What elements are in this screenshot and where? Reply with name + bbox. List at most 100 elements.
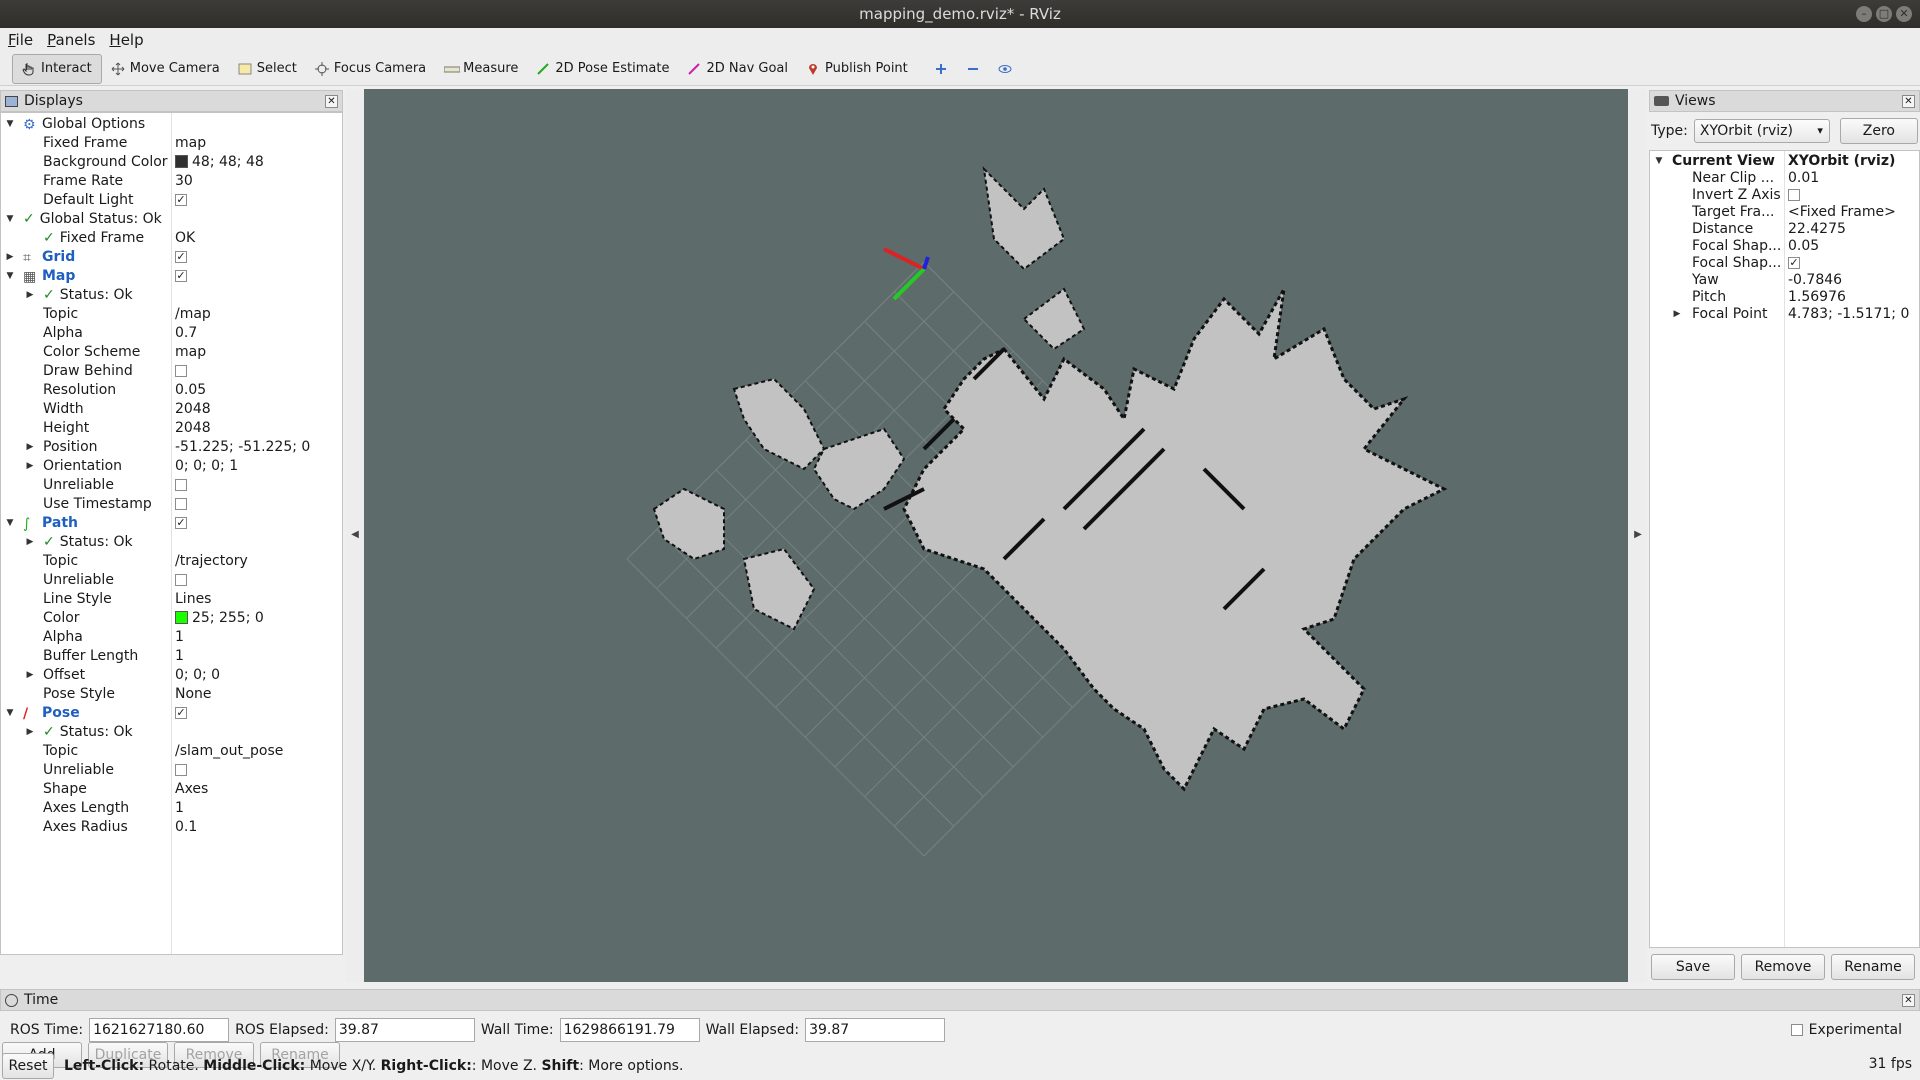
view-property-row[interactable]: Focal Shap... ✓ bbox=[1650, 255, 1919, 272]
focal-shape-fixed-checkbox[interactable]: ✓ bbox=[1788, 257, 1800, 269]
ros-time-field[interactable]: 1621627180.60 bbox=[89, 1018, 230, 1042]
view-property-row[interactable]: Near Clip ... 0.01 bbox=[1650, 170, 1919, 187]
maximize-button[interactable]: □ bbox=[1876, 6, 1892, 22]
display-row[interactable]: Topic/slam_out_pose bbox=[1, 742, 342, 761]
view-property-row[interactable]: Distance 22.4275 bbox=[1650, 221, 1919, 238]
menu-file[interactable]: File bbox=[8, 31, 33, 49]
display-row[interactable]: Frame Rate 30 bbox=[1, 172, 342, 191]
pose-estimate-tool[interactable]: 2D Pose Estimate bbox=[527, 54, 678, 84]
collapse-arrow-icon[interactable]: ▼ bbox=[5, 514, 15, 533]
ros-elapsed-field[interactable]: 39.87 bbox=[334, 1018, 475, 1042]
views-close-button[interactable]: ✕ bbox=[1902, 95, 1915, 108]
left-splitter[interactable]: ◀ bbox=[346, 89, 364, 982]
enabled-checkbox[interactable]: ✓ bbox=[175, 194, 187, 206]
view-property-row[interactable]: Pitch 1.56976 bbox=[1650, 289, 1919, 306]
display-row-value-cell[interactable]: 0.05 bbox=[175, 381, 206, 400]
display-row-value-cell[interactable]: Axes bbox=[175, 780, 208, 799]
display-row-value-cell[interactable]: 30 bbox=[175, 172, 193, 191]
display-row[interactable]: Topic/map bbox=[1, 305, 342, 324]
collapse-arrow-icon[interactable]: ▼ bbox=[5, 267, 15, 286]
display-row[interactable]: ▼ / Pose ✓ bbox=[1, 704, 342, 723]
display-row[interactable]: Alpha 0.7 bbox=[1, 324, 342, 343]
experimental-toggle[interactable]: Experimental bbox=[1790, 1022, 1902, 1038]
view-type-select[interactable]: XYOrbit (rviz) bbox=[1693, 119, 1830, 143]
wall-time-field[interactable]: 1629866191.79 bbox=[559, 1018, 700, 1042]
display-row[interactable]: Axes Length 1 bbox=[1, 799, 342, 818]
enabled-checkbox[interactable]: ✓ bbox=[175, 707, 187, 719]
display-row[interactable]: Resolution 0.05 bbox=[1, 381, 342, 400]
zero-view-button[interactable]: Zero bbox=[1839, 118, 1918, 144]
display-row[interactable]: ▶ ✓ Status: Ok bbox=[1, 286, 342, 305]
display-row[interactable]: Axes Radius 0.1 bbox=[1, 818, 342, 837]
current-view-row[interactable]: ▼ Current View XYOrbit (rviz) bbox=[1650, 153, 1919, 170]
display-row-value[interactable]: ✓ bbox=[175, 248, 187, 267]
display-row-value-cell[interactable]: map bbox=[175, 134, 206, 153]
display-row[interactable]: Buffer Length 1 bbox=[1, 647, 342, 666]
time-close-button[interactable]: ✕ bbox=[1902, 994, 1915, 1007]
display-row-value-cell[interactable]: 0.7 bbox=[175, 324, 197, 343]
display-row-value[interactable]: ✓ bbox=[175, 514, 187, 533]
display-row[interactable]: ▶ ⌗ Grid ✓ bbox=[1, 248, 342, 267]
publish-point-tool[interactable]: Publish Point bbox=[797, 54, 917, 84]
display-row-value-cell[interactable]: /map bbox=[175, 305, 211, 324]
add-tool-button[interactable] bbox=[925, 54, 957, 84]
remove-tool-button[interactable] bbox=[957, 54, 989, 84]
display-row[interactable]: Unreliable bbox=[1, 476, 342, 495]
display-row-value[interactable]: ✓ bbox=[175, 704, 187, 723]
display-row[interactable]: Topic/trajectory bbox=[1, 552, 342, 571]
menu-help[interactable]: Help bbox=[109, 31, 143, 49]
collapse-arrow-icon[interactable]: ▼ bbox=[1654, 153, 1664, 170]
measure-tool[interactable]: Measure bbox=[435, 54, 527, 84]
expand-arrow-icon[interactable]: ▶ bbox=[5, 248, 15, 267]
view-property-row[interactable]: Invert Z Axis bbox=[1650, 187, 1919, 204]
display-row[interactable]: ▶ Orientation 0; 0; 0; 1 bbox=[1, 457, 342, 476]
display-row[interactable]: Default Light ✓ bbox=[1, 191, 342, 210]
display-row-value[interactable] bbox=[175, 362, 187, 381]
display-row[interactable]: Unreliable bbox=[1, 761, 342, 780]
view-property-row[interactable]: Focal Shap... 0.05 bbox=[1650, 238, 1919, 255]
displays-close-button[interactable]: ✕ bbox=[325, 95, 338, 108]
display-row[interactable]: ▼ ⚙ Global Options bbox=[1, 115, 342, 134]
display-row-value-cell[interactable]: 1 bbox=[175, 647, 184, 666]
move-camera-tool[interactable]: Move Camera bbox=[102, 54, 229, 84]
display-row-value-cell[interactable]: 1 bbox=[175, 628, 184, 647]
display-row[interactable]: Height 2048 bbox=[1, 419, 342, 438]
display-row[interactable]: Shape Axes bbox=[1, 780, 342, 799]
display-row[interactable]: Use Timestamp bbox=[1, 495, 342, 514]
display-row-value[interactable] bbox=[175, 495, 187, 514]
display-row-value-cell[interactable]: map bbox=[175, 343, 206, 362]
display-row[interactable]: Draw Behind bbox=[1, 362, 342, 381]
display-row-value-cell[interactable]: 0; 0; 0; 1 bbox=[175, 457, 238, 476]
render-viewport[interactable] bbox=[364, 89, 1628, 982]
display-row-value-cell[interactable]: 48; 48; 48 bbox=[175, 153, 264, 172]
display-row-value[interactable] bbox=[175, 761, 187, 780]
save-view-button[interactable]: Save bbox=[1651, 954, 1735, 980]
wall-elapsed-field[interactable]: 39.87 bbox=[805, 1018, 946, 1042]
enabled-checkbox[interactable]: ✓ bbox=[175, 517, 187, 529]
display-row[interactable]: ✓ Fixed Frame OK bbox=[1, 229, 342, 248]
display-row[interactable]: Background Color 48; 48; 48 bbox=[1, 153, 342, 172]
display-row[interactable]: ▼ ∫ Path ✓ bbox=[1, 514, 342, 533]
display-row-value-cell[interactable]: 25; 255; 0 bbox=[175, 609, 264, 628]
collapse-arrow-icon[interactable]: ▼ bbox=[5, 704, 15, 723]
display-row[interactable]: Line Style Lines bbox=[1, 590, 342, 609]
expand-arrow-icon[interactable]: ▶ bbox=[1672, 306, 1682, 323]
view-property-row[interactable]: Yaw -0.7846 bbox=[1650, 272, 1919, 289]
display-row-value-cell[interactable]: /slam_out_pose bbox=[175, 742, 283, 761]
expand-arrow-icon[interactable]: ▶ bbox=[25, 666, 35, 685]
display-row[interactable]: ▼ ▦ Map ✓ bbox=[1, 267, 342, 286]
display-row[interactable]: ▶ Offset 0; 0; 0 bbox=[1, 666, 342, 685]
tool-properties-button[interactable] bbox=[989, 54, 1021, 84]
enabled-checkbox[interactable]: ✓ bbox=[175, 270, 187, 282]
display-row-value-cell[interactable]: None bbox=[175, 685, 212, 704]
display-row-value[interactable]: ✓ bbox=[175, 191, 187, 210]
experimental-checkbox[interactable] bbox=[1790, 1024, 1803, 1036]
display-row-value-cell[interactable]: /trajectory bbox=[175, 552, 248, 571]
display-row-value[interactable]: ✓ bbox=[175, 267, 187, 286]
enabled-checkbox[interactable] bbox=[175, 498, 187, 510]
display-row[interactable]: Pose Style None bbox=[1, 685, 342, 704]
focus-camera-tool[interactable]: Focus Camera bbox=[306, 54, 435, 84]
nav-goal-tool[interactable]: 2D Nav Goal bbox=[678, 54, 797, 84]
interact-tool[interactable]: Interact bbox=[12, 53, 102, 84]
enabled-checkbox[interactable] bbox=[175, 764, 187, 776]
